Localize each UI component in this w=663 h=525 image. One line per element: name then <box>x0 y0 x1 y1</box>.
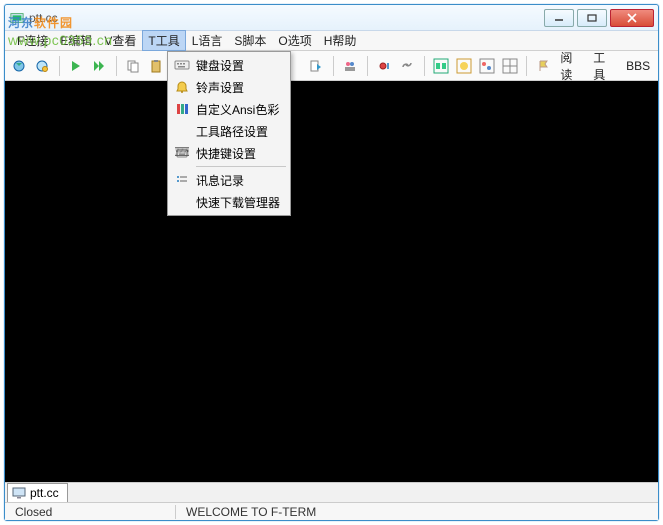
tb-tool-button[interactable]: 工具 <box>589 49 620 83</box>
list-icon <box>172 170 192 190</box>
dd-label: 铃声设置 <box>196 79 244 96</box>
toolbar-sep <box>333 56 334 76</box>
session-tab[interactable]: ptt.cc <box>7 483 68 502</box>
dd-toolpath-settings[interactable]: 工具路径设置 <box>170 120 288 142</box>
dd-label: 快速下载管理器 <box>196 194 280 211</box>
dd-download-manager[interactable]: 快速下载管理器 <box>170 191 288 213</box>
close-button[interactable] <box>610 9 654 27</box>
dropdown-sep <box>196 166 286 167</box>
tb-people-icon[interactable] <box>340 55 361 77</box>
toolbar-sep <box>367 56 368 76</box>
dd-ansi-colors[interactable]: 自定义Ansi色彩 <box>170 98 288 120</box>
blank-icon <box>172 121 192 141</box>
tools-dropdown: 键盘设置 铃声设置 自定义Ansi色彩 工具路径设置 ⌨ 快捷键设置 讯息记录 … <box>167 51 291 216</box>
dd-label: 快捷键设置 <box>196 145 256 162</box>
tb-grid-icon[interactable] <box>499 55 520 77</box>
tb-copy-icon[interactable] <box>123 55 144 77</box>
keyboard-icon <box>172 55 192 75</box>
window-title: ptt.cc <box>29 11 544 25</box>
tb-doc-arrow-icon[interactable] <box>306 55 327 77</box>
tb-box-green-icon[interactable] <box>431 55 452 77</box>
menu-options[interactable]: O选项 <box>272 30 317 51</box>
monitor-icon <box>12 487 26 499</box>
window-frame: ptt.cc F连接 E编辑 V查看 T工具 L语言 S脚本 O选项 H帮助 <box>4 4 659 521</box>
tb-shapes-icon[interactable] <box>477 55 498 77</box>
shortcut-icon: ⌨ <box>172 143 192 163</box>
menu-language[interactable]: L语言 <box>186 30 229 51</box>
toolbar-sep <box>59 56 60 76</box>
dd-keyboard-settings[interactable]: 键盘设置 <box>170 54 288 76</box>
tb-link-icon[interactable] <box>397 55 418 77</box>
toolbar-sep <box>116 56 117 76</box>
minimize-button[interactable] <box>544 9 574 27</box>
tb-globe-2-icon[interactable] <box>32 55 53 77</box>
statusbar: Closed WELCOME TO F-TERM <box>5 502 658 520</box>
tab-label: ptt.cc <box>30 486 59 500</box>
dd-message-log[interactable]: 讯息记录 <box>170 169 288 191</box>
dd-bell-settings[interactable]: 铃声设置 <box>170 76 288 98</box>
bell-icon <box>172 77 192 97</box>
dd-shortcut-settings[interactable]: ⌨ 快捷键设置 <box>170 142 288 164</box>
tb-play-icon[interactable] <box>66 55 87 77</box>
toolbar-sep <box>424 56 425 76</box>
dd-label: 自定义Ansi色彩 <box>196 101 279 118</box>
menu-edit[interactable]: E编辑 <box>54 30 98 51</box>
tb-record-icon[interactable] <box>374 55 395 77</box>
dd-label: 讯息记录 <box>196 172 244 189</box>
menu-connect[interactable]: F连接 <box>11 30 54 51</box>
tabstrip: ptt.cc <box>5 482 658 502</box>
tb-forward-icon[interactable] <box>89 55 110 77</box>
blank-icon <box>172 192 192 212</box>
status-connection: Closed <box>5 505 175 519</box>
menu-view[interactable]: V查看 <box>98 30 142 51</box>
app-icon <box>9 10 25 26</box>
menu-scripts[interactable]: S脚本 <box>228 30 272 51</box>
titlebar: ptt.cc <box>5 5 658 31</box>
tb-read-button[interactable]: 阅读 <box>556 49 587 83</box>
svg-text:⌨: ⌨ <box>175 146 189 159</box>
toolbar-sep <box>526 56 527 76</box>
tb-flag-icon[interactable] <box>533 55 554 77</box>
menu-tools[interactable]: T工具 <box>142 30 185 51</box>
tb-paste-icon[interactable] <box>146 55 167 77</box>
dd-label: 键盘设置 <box>196 57 244 74</box>
palette-icon <box>172 99 192 119</box>
tb-globe-1-icon[interactable] <box>9 55 30 77</box>
maximize-button[interactable] <box>577 9 607 27</box>
toolbar: 阅读 工具 BBS <box>5 51 658 81</box>
dd-label: 工具路径设置 <box>196 123 268 140</box>
status-message: WELCOME TO F-TERM <box>176 505 326 519</box>
tb-bbs-button[interactable]: BBS <box>622 59 654 73</box>
menu-help[interactable]: H帮助 <box>318 30 363 51</box>
tb-circle-yellow-icon[interactable] <box>454 55 475 77</box>
terminal-view[interactable] <box>5 81 658 482</box>
